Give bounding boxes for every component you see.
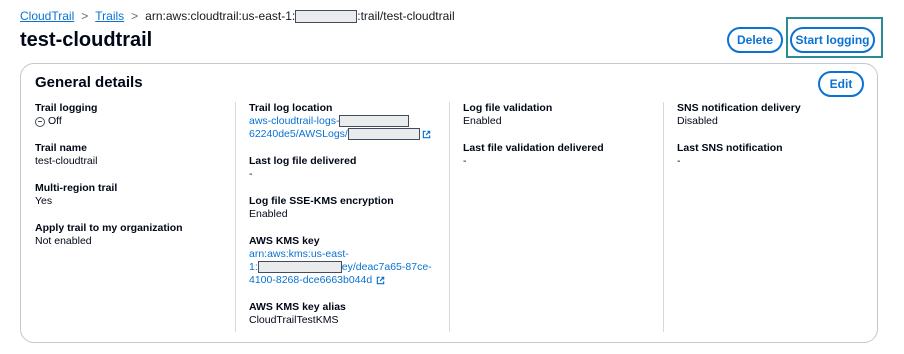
last-validation-value: - [463,155,467,167]
kms-key-label: AWS KMS key [249,235,320,247]
breadcrumb-current-suffix: :trail/test-cloudtrail [357,9,455,23]
kms-key-line3: 4100-8268-dce6663b044d [249,274,373,286]
last-validation-label: Last file validation delivered [463,142,604,154]
sns-field: SNS notification delivery Disabled [677,102,867,128]
log-location-line1: aws-cloudtrail-logs- [249,115,340,127]
trail-logging-status: Off [35,115,235,128]
sse-field: Log file SSE-KMS encryption Enabled [249,195,449,221]
breadcrumb-cloudtrail-link[interactable]: CloudTrail [20,9,74,23]
apply-org-value: Not enabled [35,235,92,247]
trail-name-field: Trail name test-cloudtrail [35,142,235,168]
details-column-4: SNS notification delivery Disabled Last … [677,102,867,182]
last-sns-label: Last SNS notification [677,142,783,154]
trail-logging-label: Trail logging [35,102,98,114]
last-sns-value: - [677,155,681,167]
sse-label: Log file SSE-KMS encryption [249,195,394,207]
redacted-account-id [295,9,358,23]
kms-alias-value: CloudTrailTestKMS [249,314,339,326]
start-logging-button[interactable]: Start logging [790,27,875,53]
kms-key-line2-suffix: ey/deac7a65-87ce- [341,261,432,273]
log-location-line2: 62240de5/AWSLogs/ [249,128,348,140]
external-link-icon [422,130,431,138]
details-column-1: Trail logging Off Trail name test-cloudt… [35,102,235,262]
details-column-2: Trail log location aws-cloudtrail-logs- … [249,102,449,341]
validation-label: Log file validation [463,102,553,114]
multi-region-value: Yes [35,195,53,207]
column-divider [663,102,664,332]
apply-org-label: Apply trail to my organization [35,222,183,234]
details-column-3: Log file validation Enabled Last file va… [463,102,663,182]
breadcrumb-current: arn:aws:cloudtrail:us-east-1: :trail/tes… [145,9,454,23]
multi-region-field: Multi-region trail Yes [35,182,235,208]
log-location-link[interactable]: aws-cloudtrail-logs- 62240de5/AWSLogs/ [249,115,449,141]
trail-name-label: Trail name [35,142,87,154]
apply-org-field: Apply trail to my organization Not enabl… [35,222,235,248]
last-delivered-value: - [249,168,253,180]
last-sns-field: Last SNS notification - [677,142,867,168]
sse-value: Enabled [249,208,288,220]
sns-label: SNS notification delivery [677,102,801,114]
validation-value: Enabled [463,115,502,127]
validation-field: Log file validation Enabled [463,102,663,128]
log-location-label: Trail log location [249,102,333,114]
kms-alias-label: AWS KMS key alias [249,301,346,313]
trail-logging-value: Off [48,115,62,127]
kms-key-field: AWS KMS key arn:aws:kms:us-east- 1: ey/de… [249,235,449,287]
column-divider [235,102,236,332]
chevron-right-icon: > [81,9,89,23]
general-details-title: General details [35,74,143,91]
kms-alias-field: AWS KMS key alias CloudTrailTestKMS [249,301,449,327]
kms-key-line1: arn:aws:kms:us-east- [249,248,349,260]
chevron-right-icon: > [131,9,139,23]
redacted-bucket-id [339,115,410,128]
status-off-icon [35,116,45,127]
kms-key-line2-prefix: 1: [249,261,258,273]
last-delivered-label: Last log file delivered [249,155,357,167]
page-title: test-cloudtrail [20,29,153,51]
breadcrumb-trails-link[interactable]: Trails [95,9,124,23]
redacted-key-id [257,261,342,274]
last-validation-field: Last file validation delivered - [463,142,663,168]
breadcrumb: CloudTrail > Trails > arn:aws:cloudtrail… [20,9,455,23]
edit-button[interactable]: Edit [818,71,864,97]
breadcrumb-current-prefix: arn:aws:cloudtrail:us-east-1: [145,9,296,23]
delete-button[interactable]: Delete [727,27,783,53]
column-divider [449,102,450,332]
log-location-field: Trail log location aws-cloudtrail-logs- … [249,102,449,141]
general-details-panel: General details Edit Trail logging Off T… [20,63,878,343]
kms-key-link[interactable]: arn:aws:kms:us-east- 1: ey/deac7a65-87ce-… [249,248,449,287]
sns-value: Disabled [677,115,718,127]
external-link-icon [376,276,385,284]
trail-name-value: test-cloudtrail [35,155,98,167]
redacted-account-id [347,128,420,141]
last-delivered-field: Last log file delivered - [249,155,449,181]
trail-logging-field: Trail logging Off [35,102,235,128]
multi-region-label: Multi-region trail [35,182,118,194]
